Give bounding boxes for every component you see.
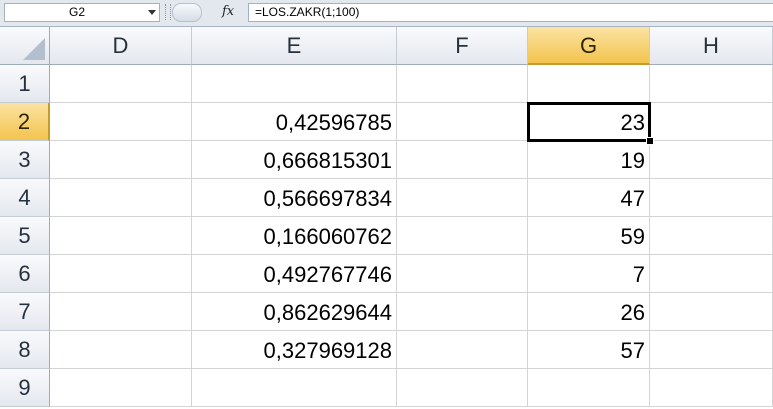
cell-g5[interactable]: 59 bbox=[528, 217, 650, 255]
cell-e6[interactable]: 0,492767746 bbox=[192, 255, 397, 293]
cell-h4[interactable] bbox=[650, 179, 773, 217]
grip-icon[interactable] bbox=[165, 4, 171, 20]
cell-f8[interactable] bbox=[397, 331, 528, 369]
cell-g1[interactable] bbox=[528, 65, 650, 103]
chevron-down-icon[interactable] bbox=[148, 10, 156, 15]
cell-f7[interactable] bbox=[397, 293, 528, 331]
cell-g6[interactable]: 7 bbox=[528, 255, 650, 293]
cell-g7[interactable]: 26 bbox=[528, 293, 650, 331]
column-header-h[interactable]: H bbox=[650, 27, 773, 65]
cell-d3[interactable] bbox=[50, 141, 192, 179]
formula-input[interactable]: =LOS.ZAKR(1;100) bbox=[248, 3, 773, 22]
row-header-8[interactable]: 8 bbox=[0, 331, 50, 369]
cell-d5[interactable] bbox=[50, 217, 192, 255]
row-header-6[interactable]: 6 bbox=[0, 255, 50, 293]
cell-f5[interactable] bbox=[397, 217, 528, 255]
cell-h1[interactable] bbox=[650, 65, 773, 103]
select-all-button[interactable] bbox=[0, 27, 50, 65]
cell-g4[interactable]: 47 bbox=[528, 179, 650, 217]
select-all-icon bbox=[23, 38, 45, 60]
cell-f6[interactable] bbox=[397, 255, 528, 293]
row-header-9[interactable]: 9 bbox=[0, 369, 50, 407]
cell-d9[interactable] bbox=[50, 369, 192, 407]
row-header-7[interactable]: 7 bbox=[0, 293, 50, 331]
cell-g9[interactable] bbox=[528, 369, 650, 407]
row-header-1[interactable]: 1 bbox=[0, 65, 50, 103]
cell-d6[interactable] bbox=[50, 255, 192, 293]
cell-f1[interactable] bbox=[397, 65, 528, 103]
cell-e9[interactable] bbox=[192, 369, 397, 407]
cell-h7[interactable] bbox=[650, 293, 773, 331]
formula-bar-splitter[interactable] bbox=[172, 3, 202, 22]
cell-e5[interactable]: 0,166060762 bbox=[192, 217, 397, 255]
cell-e1[interactable] bbox=[192, 65, 397, 103]
fill-handle[interactable] bbox=[646, 137, 654, 145]
cell-d4[interactable] bbox=[50, 179, 192, 217]
cell-g2[interactable]: 23 bbox=[528, 103, 650, 141]
cell-e7[interactable]: 0,862629644 bbox=[192, 293, 397, 331]
formula-bar: G2 fx =LOS.ZAKR(1;100) bbox=[0, 0, 773, 27]
cell-g8[interactable]: 57 bbox=[528, 331, 650, 369]
column-header-g[interactable]: G bbox=[528, 27, 650, 65]
column-header-f[interactable]: F bbox=[397, 27, 528, 65]
cell-h3[interactable] bbox=[650, 141, 773, 179]
cell-e4[interactable]: 0,566697834 bbox=[192, 179, 397, 217]
cell-e8[interactable]: 0,327969128 bbox=[192, 331, 397, 369]
cell-h9[interactable] bbox=[650, 369, 773, 407]
cell-d1[interactable] bbox=[50, 65, 192, 103]
row-header-2[interactable]: 2 bbox=[0, 103, 50, 141]
row-header-5[interactable]: 5 bbox=[0, 217, 50, 255]
cell-d8[interactable] bbox=[50, 331, 192, 369]
cell-d7[interactable] bbox=[50, 293, 192, 331]
cell-e3[interactable]: 0,666815301 bbox=[192, 141, 397, 179]
cell-d2[interactable] bbox=[50, 103, 192, 141]
cell-h8[interactable] bbox=[650, 331, 773, 369]
column-header-d[interactable]: D bbox=[50, 27, 192, 65]
cell-f9[interactable] bbox=[397, 369, 528, 407]
column-header-e[interactable]: E bbox=[192, 27, 397, 65]
cell-g3[interactable]: 19 bbox=[528, 141, 650, 179]
cell-h2[interactable] bbox=[650, 103, 773, 141]
cell-h5[interactable] bbox=[650, 217, 773, 255]
cell-e2[interactable]: 0,42596785 bbox=[192, 103, 397, 141]
cell-f3[interactable] bbox=[397, 141, 528, 179]
row-header-4[interactable]: 4 bbox=[0, 179, 50, 217]
cell-h6[interactable] bbox=[650, 255, 773, 293]
name-box[interactable]: G2 bbox=[4, 3, 160, 22]
row-header-3[interactable]: 3 bbox=[0, 141, 50, 179]
name-box-value: G2 bbox=[69, 5, 86, 19]
cell-f4[interactable] bbox=[397, 179, 528, 217]
cell-f2[interactable] bbox=[397, 103, 528, 141]
insert-function-icon[interactable]: fx bbox=[222, 4, 234, 19]
